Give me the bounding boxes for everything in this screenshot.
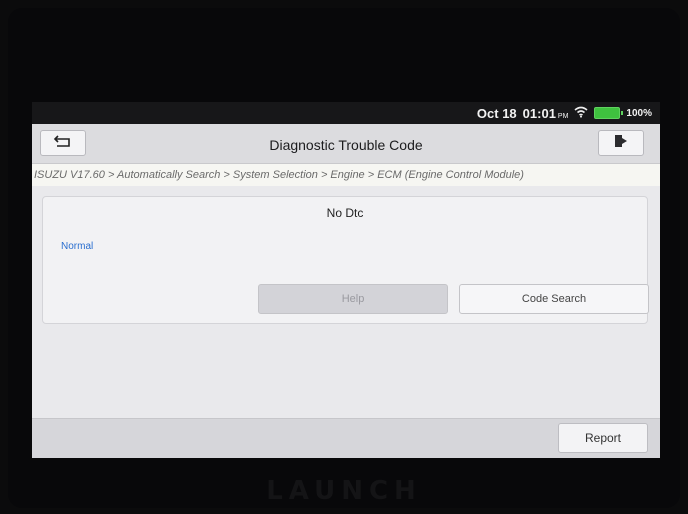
report-button[interactable]: Report [558, 423, 648, 453]
battery-percent: 100% [626, 107, 652, 119]
status-date: Oct 18 [476, 105, 517, 121]
title-bar: Diagnostic Trouble Code [32, 124, 660, 164]
dtc-card: No Dtc Normal Help Code Search [42, 196, 649, 324]
exit-button[interactable] [598, 130, 644, 156]
status-time-group: 01:01 PM [523, 106, 569, 121]
exit-icon [613, 133, 629, 154]
help-button[interactable]: Help [258, 284, 448, 314]
breadcrumb: ISUZU V17.60 > Automatically Search > Sy… [32, 164, 660, 186]
page-title: Diagnostic Trouble Code [269, 137, 423, 153]
status-right: Oct 18 01:01 PM 100% [477, 105, 652, 121]
footer-bar: Report [32, 418, 660, 458]
code-search-button[interactable]: Code Search [459, 284, 649, 314]
battery-icon [594, 107, 624, 119]
status-bar: Oct 18 01:01 PM 100% [32, 102, 660, 124]
wifi-icon [574, 106, 588, 121]
dtc-status: Normal [61, 241, 94, 252]
status-ampm: PM [557, 112, 569, 120]
screen: Oct 18 01:01 PM 100% Diagnostic Trouble … [32, 102, 660, 458]
dtc-title: No Dtc [326, 206, 364, 220]
status-time: 01:01 [522, 105, 556, 121]
brand-logo: LAUNCH [266, 476, 422, 506]
